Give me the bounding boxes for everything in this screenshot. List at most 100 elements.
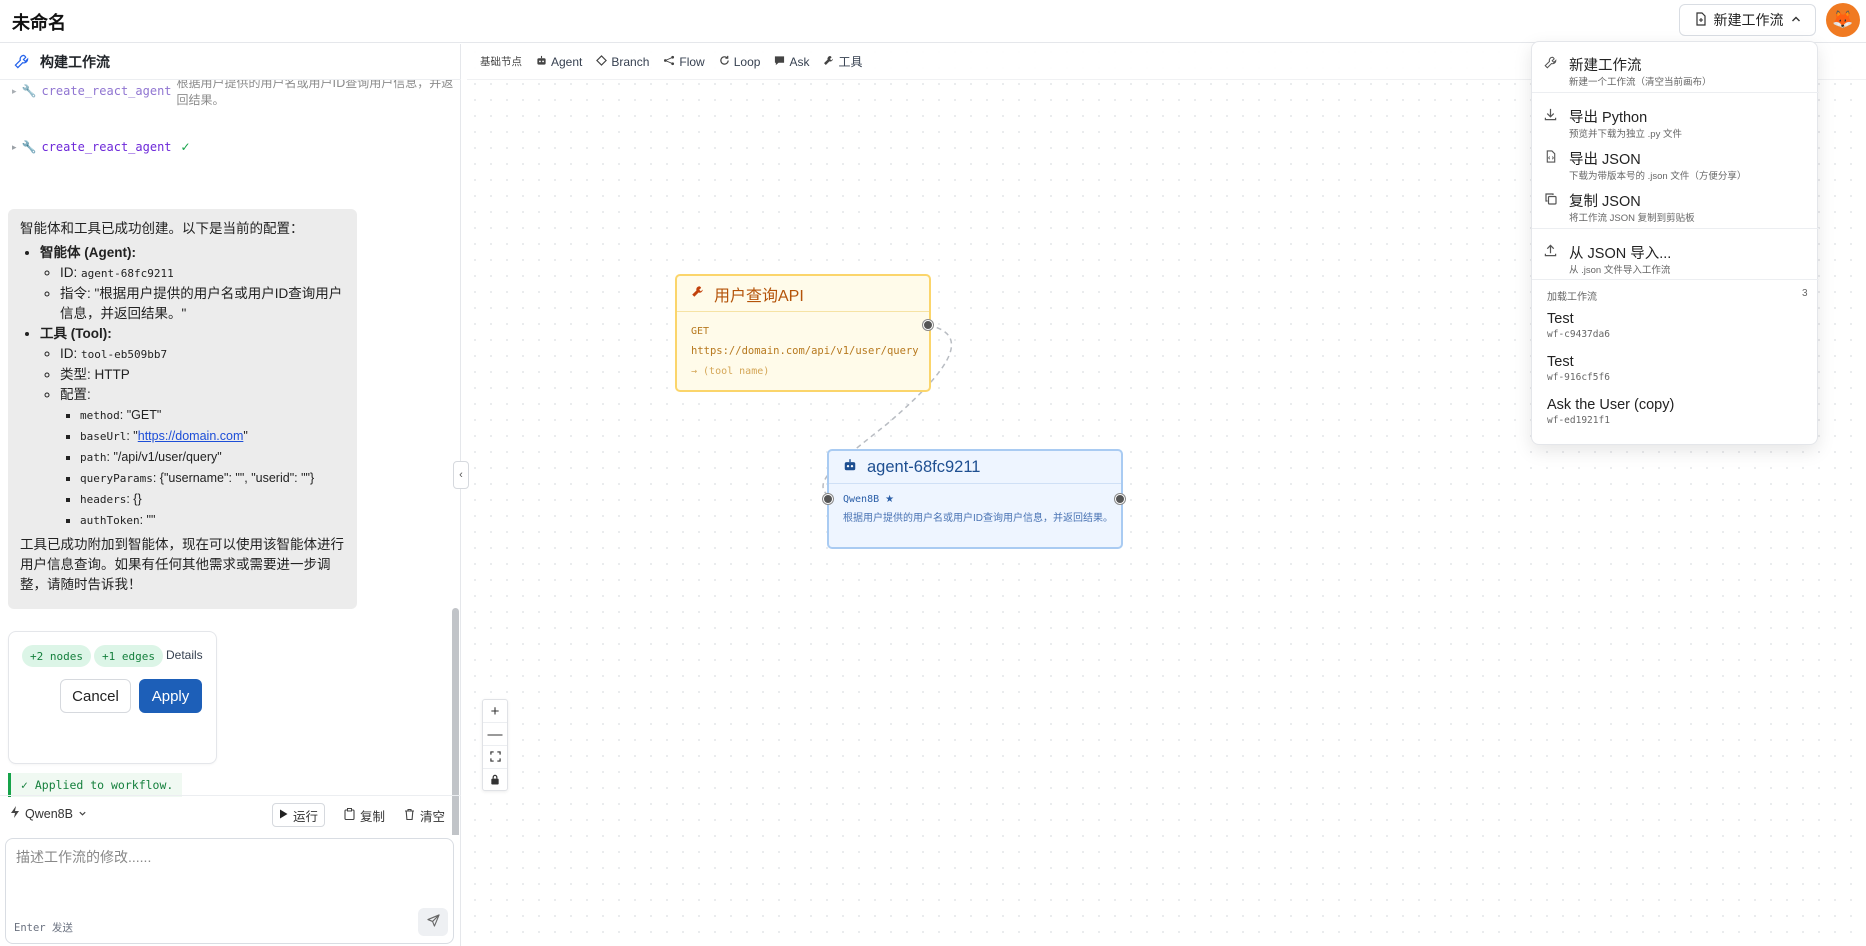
agent-node[interactable]: agent-68fc9211 Qwen8B ★ 根据用户提供的用户名或用户ID查… <box>823 449 1125 549</box>
workflow-menu: 新建工作流 新建一个工作流（清空当前画布） 导出 Python 预览并下载为独立… <box>1531 41 1819 445</box>
file-json-icon <box>1543 149 1558 164</box>
palette-agent[interactable]: Agent <box>536 55 582 69</box>
flow-icon <box>663 55 675 69</box>
tool-call-row[interactable]: ▸ 🔧 create_react_agent ✓ <box>12 140 191 154</box>
robot-icon <box>843 458 857 477</box>
file-icon <box>1694 11 1708 29</box>
chat-panel: 构建工作流 ▸ 🔧 create_react_agent 根据用户提供的用户名或… <box>0 44 461 946</box>
palette-ask[interactable]: Ask <box>774 55 809 69</box>
palette-basic-nodes: 基础节点 <box>480 56 522 68</box>
chat-toolbar: Qwen8B 运行 复制 清空 <box>0 795 461 833</box>
copy-button[interactable]: 复制 <box>338 803 391 827</box>
copy-icon <box>1543 191 1558 206</box>
tool-call-row[interactable]: ▸ 🔧 create_react_agent 根据用户提供的用户名或用户ID查询… <box>12 80 461 108</box>
tool-call-name: create_react_agent <box>41 140 172 154</box>
chat-messages[interactable]: ▸ 🔧 create_react_agent 根据用户提供的用户名或用户ID查询… <box>0 80 461 835</box>
agent-node-input-handle[interactable] <box>823 494 833 504</box>
proposed-changes-card: +2 nodes +1 edges Details Cancel Apply <box>8 631 217 764</box>
apply-button[interactable]: Apply <box>139 679 202 713</box>
menu-divider <box>1532 279 1819 280</box>
chevron-up-icon <box>1790 12 1802 28</box>
tool-node-name-hint: → (tool name) <box>691 366 770 377</box>
new-workflow-label: 新建工作流 <box>1713 12 1784 28</box>
workflow-title[interactable]: 未命名 <box>12 9 66 35</box>
fit-view-icon <box>489 749 501 766</box>
lock-icon <box>490 772 500 789</box>
message-icon <box>774 55 785 69</box>
chat-panel-title: 构建工作流 <box>40 53 110 70</box>
send-hint: Enter 发送 <box>14 922 73 934</box>
diamond-icon <box>596 54 608 69</box>
saved-workflow-item[interactable]: Test wf-c9437da6 <box>1547 311 1807 351</box>
upload-icon <box>1543 243 1558 258</box>
wrench-icon <box>12 53 30 71</box>
avatar[interactable]: 🦊 <box>1826 3 1860 37</box>
star-icon: ★ <box>885 494 895 505</box>
menu-import-json[interactable]: 从 JSON 导入... 从 .json 文件导入工作流 <box>1532 234 1819 276</box>
base-url-link[interactable]: https://domain.com <box>138 429 244 443</box>
agent-node-model: Qwen8B <box>843 494 880 505</box>
trash-icon <box>404 808 415 823</box>
menu-export-json[interactable]: 导出 JSON 下载为带版本号的 .json 文件（方便分享） <box>1532 140 1819 182</box>
wrench-icon <box>1543 55 1558 70</box>
agent-node-output-handle[interactable] <box>1115 494 1125 504</box>
zoom-in-button[interactable]: + <box>483 700 507 723</box>
tool-node-url: https://domain.com/api/v1/user/query <box>691 345 919 357</box>
details-link[interactable]: Details <box>166 648 203 662</box>
tool-node-header: 用户查询API <box>677 276 929 312</box>
caret-icon: ▸ <box>12 141 17 152</box>
fox-icon: 🦊 <box>1832 10 1854 29</box>
send-button[interactable] <box>418 908 448 936</box>
clipboard-icon <box>344 807 355 823</box>
nodes-added-badge: +2 nodes <box>22 645 91 667</box>
fit-view-button[interactable] <box>483 746 507 769</box>
wrench-icon: 🔧 <box>21 84 37 98</box>
saved-workflow-item[interactable]: Test wf-916cf5f6 <box>1547 354 1807 394</box>
agent-node-title: agent-68fc9211 <box>867 457 981 476</box>
palette-flow[interactable]: Flow <box>663 55 705 69</box>
composer: Enter 发送 <box>5 838 454 944</box>
model-select[interactable]: Qwen8B <box>10 806 87 821</box>
menu-divider <box>1532 92 1819 93</box>
zoom-out-button[interactable]: — <box>483 723 507 746</box>
cancel-button[interactable]: Cancel <box>60 679 131 713</box>
menu-divider <box>1532 228 1819 229</box>
send-icon <box>426 914 440 930</box>
tool-node-output-handle[interactable] <box>923 320 933 330</box>
palette-tool[interactable]: 工具 <box>823 53 862 70</box>
zoom-controls: + — <box>482 699 508 791</box>
new-workflow-menu-button[interactable]: 新建工作流 <box>1679 4 1816 36</box>
palette-loop[interactable]: Loop <box>719 55 760 69</box>
lock-button[interactable] <box>483 769 507 792</box>
menu-export-python[interactable]: 导出 Python 预览并下载为独立 .py 文件 <box>1532 98 1819 140</box>
saved-workflows-count: 3 <box>1802 288 1808 299</box>
tool-node-title: 用户查询API <box>714 287 804 305</box>
palette-branch[interactable]: Branch <box>596 55 649 69</box>
check-icon: ✓ <box>180 140 191 154</box>
saved-workflow-item[interactable]: Ask the User (copy) wf-ed1921f1 <box>1547 397 1807 437</box>
applied-status: ✓ Applied to workflow. <box>8 773 182 797</box>
chat-panel-header: 构建工作流 <box>0 44 461 80</box>
clear-button[interactable]: 清空 <box>398 803 451 827</box>
assistant-message: 智能体和工具已成功创建。以下是当前的配置： 智能体 (Agent): ID: a… <box>8 209 357 609</box>
menu-copy-json[interactable]: 复制 JSON 将工作流 JSON 复制到剪贴板 <box>1532 182 1819 224</box>
download-icon <box>1543 107 1558 122</box>
agent-node-header: agent-68fc9211 <box>829 451 1121 484</box>
loop-icon <box>719 55 730 69</box>
robot-icon <box>536 55 547 69</box>
caret-icon: ▸ <box>12 85 17 96</box>
chevron-left-icon: ‹ <box>459 469 463 481</box>
tool-node[interactable]: 用户查询API GET https://domain.com/api/v1/us… <box>675 274 933 392</box>
tool-node-method: GET <box>691 326 710 337</box>
edges-added-badge: +1 edges <box>94 645 163 667</box>
saved-workflows-label: 加载工作流 <box>1547 292 1597 303</box>
run-button[interactable]: 运行 <box>272 803 326 827</box>
wrench-icon <box>823 55 834 69</box>
collapse-panel-button[interactable]: ‹ <box>453 461 469 489</box>
lightning-icon <box>10 806 20 821</box>
chevron-down-icon <box>78 807 87 821</box>
top-bar: 未命名 新建工作流 🦊 <box>0 0 1866 43</box>
menu-new-workflow[interactable]: 新建工作流 新建一个工作流（清空当前画布） <box>1532 46 1819 88</box>
message-input[interactable] <box>16 847 436 887</box>
play-icon <box>279 808 288 822</box>
